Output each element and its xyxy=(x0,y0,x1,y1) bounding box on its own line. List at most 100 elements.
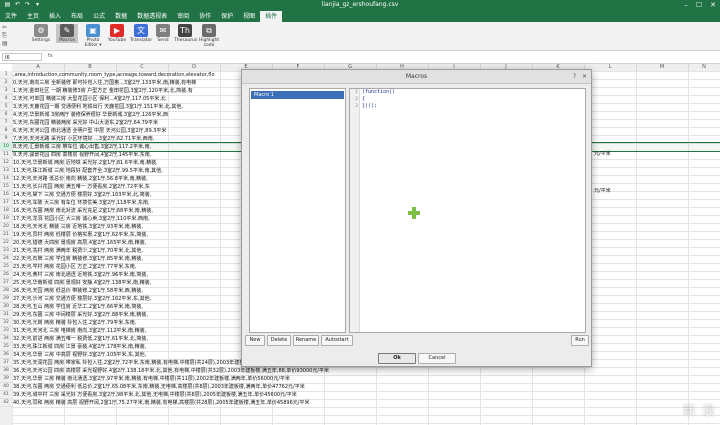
column-header-n[interactable]: N xyxy=(688,64,720,71)
macros-button[interactable]: ✎ Macros xyxy=(56,24,78,43)
paste-icon[interactable]: ▤ xyxy=(2,41,10,47)
row-header[interactable]: 10 xyxy=(0,143,12,151)
line-number: 3 xyxy=(355,104,358,109)
table-row[interactable]: 38,天河,东圃 两房 交通便利 低总价,2室1厅,65.08平米,东南,精装,… xyxy=(12,383,720,391)
row-header[interactable]: 35 xyxy=(0,343,12,351)
name-box[interactable]: I6 xyxy=(2,53,42,61)
row-header[interactable]: 14 xyxy=(0,175,12,183)
run-button[interactable]: Run xyxy=(571,335,589,346)
settings-button[interactable]: ⚙ Settings xyxy=(30,24,52,43)
ribbon: ✂ ⎘ ▤ ⚙ Settings ✎ Macros ▣ Photo Editor… xyxy=(0,22,720,51)
column-header-m[interactable]: M xyxy=(636,64,689,71)
row-header[interactable]: 27 xyxy=(0,279,12,287)
row-header[interactable]: 29 xyxy=(0,295,12,303)
row-header[interactable]: 15 xyxy=(0,183,12,191)
tab-view[interactable]: 视图 xyxy=(238,11,260,22)
close-button[interactable]: ✕ xyxy=(710,0,716,10)
row-header[interactable]: 37 xyxy=(0,359,12,367)
row-header[interactable]: 13 xyxy=(0,167,12,175)
row-header[interactable]: 3 xyxy=(0,87,12,95)
thesaurus-button[interactable]: Th Thesaurus xyxy=(174,24,197,43)
close-icon[interactable]: ✕ xyxy=(582,73,587,80)
column-header-a[interactable]: A xyxy=(12,64,65,71)
row-header[interactable]: 22 xyxy=(0,239,12,247)
row-header[interactable]: 12 xyxy=(0,159,12,167)
row-header[interactable]: 19 xyxy=(0,215,12,223)
tab-pivot-table[interactable]: 数据透视表 xyxy=(132,11,172,22)
new-button[interactable]: New xyxy=(245,335,265,346)
row-header[interactable]: 41 xyxy=(0,391,12,399)
row-header[interactable]: 17 xyxy=(0,199,12,207)
row-header[interactable]: 8 xyxy=(0,127,12,135)
table-row[interactable]: 36,天河,天河公园 四房 高楼层 采光视野好,4室2厅,138.18平米,北,… xyxy=(12,367,720,375)
row-header[interactable]: 31 xyxy=(0,311,12,319)
row-header[interactable]: 2 xyxy=(0,79,12,87)
tab-protection[interactable]: 保护 xyxy=(216,11,238,22)
send-button[interactable]: ✉ Send xyxy=(152,24,174,43)
row-header[interactable]: 9 xyxy=(0,135,12,143)
row-header[interactable]: 18 xyxy=(0,207,12,215)
row-header[interactable]: 11 xyxy=(0,151,12,159)
tab-data[interactable]: 数据 xyxy=(110,11,132,22)
row-header[interactable]: 40 xyxy=(0,383,12,391)
row-header[interactable]: 23 xyxy=(0,247,12,255)
help-icon[interactable]: ? xyxy=(573,73,576,80)
autostart-button[interactable]: Autostart xyxy=(321,335,353,346)
translator-button[interactable]: 文 Translator xyxy=(130,24,152,43)
fx-icon[interactable]: fx xyxy=(48,53,53,59)
row-header[interactable]: 42 xyxy=(0,399,12,407)
cell-text-overflow: 元/平米 xyxy=(594,151,611,157)
macro-list[interactable]: Macro 1 xyxy=(249,88,346,333)
row-header[interactable]: 21 xyxy=(0,231,12,239)
code-editor[interactable]: 1 2 3 (function() { })(); xyxy=(349,88,586,333)
row-header[interactable]: 16 xyxy=(0,191,12,199)
row-header[interactable]: 33 xyxy=(0,327,12,335)
tab-layout[interactable]: 布局 xyxy=(66,11,88,22)
tab-collaboration[interactable]: 协作 xyxy=(194,11,216,22)
table-row[interactable]: 37,天河,华景 三房 精装 南北通透,3室2厅,97平米,南,精装,有电梯,中… xyxy=(12,375,720,383)
row-header[interactable]: 25 xyxy=(0,263,12,271)
photo-editor-button[interactable]: ▣ Photo Editor ▾ xyxy=(82,24,104,48)
column-header-b[interactable]: B xyxy=(64,64,117,71)
minimize-button[interactable]: – xyxy=(684,0,688,10)
youtube-button[interactable]: ▶ YouTube xyxy=(106,24,128,43)
table-row[interactable]: 39,天河,城中村 三房 采光好 方便看房,3室2厅,98平米,北,其他,无电梯… xyxy=(12,391,720,399)
translator-icon: 文 xyxy=(134,24,148,37)
cancel-button[interactable]: Cancel xyxy=(418,353,456,364)
maximize-button[interactable]: ☐ xyxy=(696,0,702,10)
document-title: lianjia_gz_ershoufang.csv xyxy=(321,1,399,8)
tab-formula[interactable]: 公式 xyxy=(88,11,110,22)
row-header[interactable]: 26 xyxy=(0,271,12,279)
column-header-c[interactable]: C xyxy=(116,64,169,71)
row-header[interactable]: 28 xyxy=(0,287,12,295)
row-header[interactable]: 36 xyxy=(0,351,12,359)
row-header[interactable]: 24 xyxy=(0,255,12,263)
delete-button[interactable]: Delete xyxy=(267,335,291,346)
row-header[interactable]: 34 xyxy=(0,335,12,343)
tab-plugins[interactable]: 插件 xyxy=(260,11,283,22)
tab-insert[interactable]: 插入 xyxy=(44,11,66,22)
row-header[interactable]: 6 xyxy=(0,111,12,119)
rename-button[interactable]: Rename xyxy=(293,335,319,346)
copy-icon[interactable]: ⎘ xyxy=(2,33,10,39)
tab-home[interactable]: 主页 xyxy=(22,11,44,22)
macro-list-item[interactable]: Macro 1 xyxy=(251,91,344,99)
row-header[interactable]: 4 xyxy=(0,95,12,103)
row-header[interactable]: 1 xyxy=(0,71,12,79)
line-number: 1 xyxy=(355,90,358,95)
row-header[interactable]: 30 xyxy=(0,303,12,311)
row-header[interactable]: 5 xyxy=(0,103,12,111)
cut-icon[interactable]: ✂ xyxy=(2,25,10,31)
row-header[interactable]: 38 xyxy=(0,367,12,375)
row-header[interactable]: 7 xyxy=(0,119,12,127)
table-row[interactable]: 40,天河,同和 两房 精装 高层 视野开阔,2室1厅,75.27平米,南,精装… xyxy=(12,399,720,407)
tab-review[interactable]: 审阅 xyxy=(172,11,194,22)
code-content[interactable]: (function() { })(); xyxy=(362,89,395,110)
row-header[interactable]: 20 xyxy=(0,223,12,231)
ok-button[interactable]: Ok xyxy=(378,353,416,364)
row-header[interactable]: 32 xyxy=(0,319,12,327)
row-header[interactable]: 39 xyxy=(0,375,12,383)
tab-file[interactable]: 文件 xyxy=(0,11,22,22)
column-header-d[interactable]: D xyxy=(168,64,221,71)
highlight-code-button[interactable]: ⧉ Highlight code xyxy=(198,24,220,48)
